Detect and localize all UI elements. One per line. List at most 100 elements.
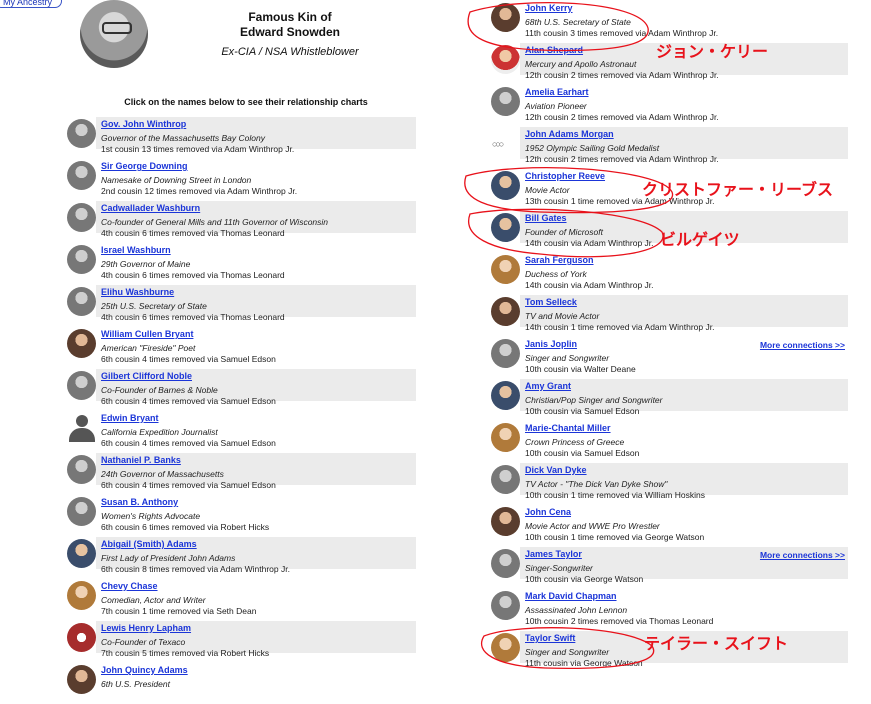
- kin-relationship: 4th cousin 6 times removed via Thomas Le…: [101, 228, 285, 238]
- kin-row: Gov. John Winthrop Governor of the Massac…: [66, 116, 416, 158]
- kin-name-link[interactable]: Chevy Chase: [101, 581, 158, 591]
- kin-row: Tom Selleck TV and Movie Actor 14th cousin…: [490, 294, 848, 336]
- kin-name-link[interactable]: Gov. John Winthrop: [101, 119, 186, 129]
- kin-description: TV and Movie Actor: [525, 311, 600, 321]
- kin-name-link[interactable]: Elihu Washburne: [101, 287, 174, 297]
- kin-name-link[interactable]: Dick Van Dyke: [525, 465, 587, 475]
- avatar[interactable]: [491, 339, 520, 368]
- kin-name-link[interactable]: Israel Washburn: [101, 245, 171, 255]
- avatar[interactable]: [491, 591, 520, 620]
- kin-name-link[interactable]: John Kerry: [525, 3, 573, 13]
- kin-row: John Kerry 68th U.S. Secretary of State 11…: [490, 0, 848, 42]
- kin-name-link[interactable]: Bill Gates: [525, 213, 567, 223]
- avatar[interactable]: [491, 465, 520, 494]
- avatar[interactable]: [67, 161, 96, 190]
- avatar[interactable]: [491, 255, 520, 284]
- kin-name-link[interactable]: Gilbert Clifford Noble: [101, 371, 192, 381]
- avatar[interactable]: [67, 245, 96, 274]
- kin-name-link[interactable]: Abigail (Smith) Adams: [101, 539, 197, 549]
- kin-relationship: 10th cousin via Samuel Edson: [525, 448, 640, 458]
- avatar[interactable]: [67, 665, 96, 694]
- kin-relationship: 14th cousin via Adam Winthrop Jr.: [525, 238, 654, 248]
- avatar[interactable]: [67, 371, 96, 400]
- kin-relationship: 6th cousin 8 times removed via Adam Wint…: [101, 564, 290, 574]
- title-line-1: Famous Kin of: [248, 10, 332, 24]
- kin-relationship: 6th cousin 6 times removed via Robert Hi…: [101, 522, 270, 532]
- kin-relationship: 14th cousin 1 time removed via Adam Wint…: [525, 322, 715, 332]
- kin-name-link[interactable]: Amelia Earhart: [525, 87, 589, 97]
- kin-description: Founder of Microsoft: [525, 227, 603, 237]
- avatar[interactable]: [67, 413, 96, 442]
- avatar[interactable]: [491, 633, 520, 662]
- instruction-text: Click on the names below to see their re…: [124, 97, 368, 107]
- kin-description: 1952 Olympic Sailing Gold Medalist: [525, 143, 660, 153]
- kin-relationship: 4th cousin 6 times removed via Thomas Le…: [101, 312, 285, 322]
- kin-description: Namesake of Downing Street in London: [101, 175, 252, 185]
- avatar[interactable]: [491, 213, 520, 242]
- kin-row: Sir George Downing Namesake of Downing St…: [66, 158, 416, 200]
- avatar[interactable]: [491, 423, 520, 452]
- kin-relationship: 7th cousin 1 time removed via Seth Dean: [101, 606, 257, 616]
- page-title: Famous Kin of Edward Snowden: [210, 10, 370, 40]
- avatar[interactable]: [67, 455, 96, 484]
- right-column: John Kerry 68th U.S. Secretary of State 11…: [490, 0, 871, 681]
- kin-name-link[interactable]: Taylor Swift: [525, 633, 575, 643]
- avatar[interactable]: [491, 297, 520, 326]
- kin-name-link[interactable]: Edwin Bryant: [101, 413, 159, 423]
- kin-relationship: 2nd cousin 12 times removed via Adam Win…: [101, 186, 298, 196]
- kin-name-link[interactable]: Amy Grant: [525, 381, 571, 391]
- avatar[interactable]: [67, 119, 96, 148]
- kin-relationship: 12th cousin 2 times removed via Adam Win…: [525, 154, 719, 164]
- kin-name-link[interactable]: Alan Shepard: [525, 45, 583, 55]
- kin-name-link[interactable]: Sarah Ferguson: [525, 255, 594, 265]
- kin-row: William Cullen Bryant American "Fireside"…: [66, 326, 416, 368]
- kin-relationship: 10th cousin via George Watson: [525, 574, 644, 584]
- avatar[interactable]: [491, 3, 520, 32]
- kin-name-link[interactable]: James Taylor: [525, 549, 582, 559]
- avatar[interactable]: [67, 497, 96, 526]
- avatar[interactable]: [67, 287, 96, 316]
- avatar[interactable]: [491, 549, 520, 578]
- kin-name-link[interactable]: John Adams Morgan: [525, 129, 614, 139]
- kin-name-link[interactable]: Sir George Downing: [101, 161, 188, 171]
- kin-name-link[interactable]: William Cullen Bryant: [101, 329, 193, 339]
- avatar[interactable]: [491, 87, 520, 116]
- avatar[interactable]: [67, 539, 96, 568]
- kin-name-link[interactable]: John Quincy Adams: [101, 665, 188, 675]
- more-connections-link[interactable]: More connections >>: [760, 340, 845, 350]
- kin-name-link[interactable]: Nathaniel P. Banks: [101, 455, 181, 465]
- kin-name-link[interactable]: John Cena: [525, 507, 571, 517]
- kin-name-link[interactable]: Marie-Chantal Miller: [525, 423, 611, 433]
- kin-description: Singer and Songwriter: [525, 353, 610, 363]
- kin-description: Governor of the Massachusetts Bay Colony: [101, 133, 265, 143]
- kin-row: Dick Van Dyke TV Actor - "The Dick Van Dy…: [490, 462, 848, 504]
- kin-row: Edwin Bryant California Expedition Journa…: [66, 410, 416, 452]
- avatar[interactable]: [67, 581, 96, 610]
- kin-name-link[interactable]: Cadwallader Washburn: [101, 203, 200, 213]
- more-connections-link[interactable]: More connections >>: [760, 550, 845, 560]
- avatar[interactable]: [67, 623, 96, 652]
- kin-name-link[interactable]: Tom Selleck: [525, 297, 577, 307]
- kin-description: Singer-Songwriter: [525, 563, 593, 573]
- avatar[interactable]: [491, 45, 520, 74]
- kin-row: Sarah Ferguson Duchess of York 14th cousin…: [490, 252, 848, 294]
- kin-relationship: 11th cousin via George Watson: [525, 658, 643, 668]
- avatar[interactable]: [491, 507, 520, 536]
- avatar[interactable]: [67, 203, 96, 232]
- kin-description: First Lady of President John Adams: [101, 553, 236, 563]
- avatar[interactable]: [491, 129, 520, 158]
- kin-name-link[interactable]: Janis Joplin: [525, 339, 577, 349]
- kin-description: Crown Princess of Greece: [525, 437, 625, 447]
- kin-name-link[interactable]: Susan B. Anthony: [101, 497, 178, 507]
- kin-row: Amelia Earhart Aviation Pioneer 12th cousi…: [490, 84, 848, 126]
- avatar[interactable]: [67, 329, 96, 358]
- kin-description: 68th U.S. Secretary of State: [525, 17, 631, 27]
- kin-name-link[interactable]: Mark David Chapman: [525, 591, 617, 601]
- avatar[interactable]: [491, 381, 520, 410]
- left-kin-list: Gov. John Winthrop Governor of the Massac…: [66, 116, 416, 704]
- kin-row: Abigail (Smith) Adams First Lady of Presi…: [66, 536, 416, 578]
- avatar[interactable]: [491, 171, 520, 200]
- kin-description: Aviation Pioneer: [525, 101, 587, 111]
- kin-name-link[interactable]: Lewis Henry Lapham: [101, 623, 191, 633]
- kin-name-link[interactable]: Christopher Reeve: [525, 171, 605, 181]
